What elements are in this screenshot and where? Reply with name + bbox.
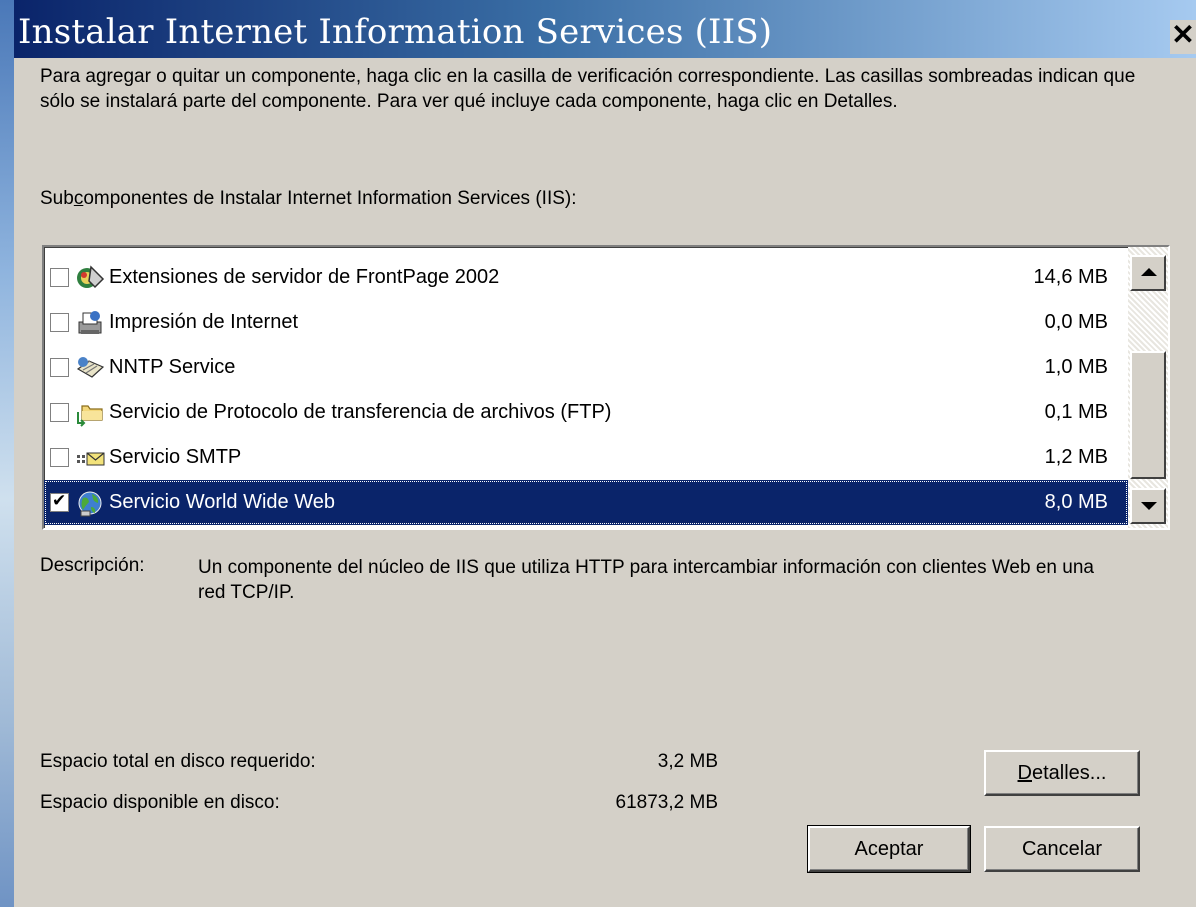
iis-install-dialog: Instalar Internet Information Services (… <box>14 0 1196 907</box>
details-button[interactable]: Detalles... <box>984 750 1140 796</box>
description-text: Un componente del núcleo de IIS que util… <box>198 557 1094 603</box>
scroll-down-button[interactable] <box>1130 488 1166 524</box>
component-row-nntp[interactable]: NNTP Service 1,0 MB <box>44 345 1128 390</box>
component-size: 8,0 MB <box>1044 491 1108 513</box>
subcomponents-label: Subcomponentes de Instalar Internet Info… <box>40 188 577 210</box>
arrow-down-icon <box>1141 502 1157 510</box>
component-checkbox[interactable] <box>50 448 69 467</box>
required-space-label: Espacio total en disco requerido: <box>40 751 316 772</box>
component-size: 0,0 MB <box>1044 311 1108 333</box>
component-label: Servicio World Wide Web <box>109 491 335 513</box>
nntp-news-icon <box>76 356 105 378</box>
required-space-value: 3,2 MB <box>657 751 718 772</box>
ftp-folder-icon <box>77 404 103 427</box>
component-size: 1,2 MB <box>1044 446 1108 468</box>
window-title: Instalar Internet Information Services (… <box>18 12 773 52</box>
close-icon: ✕ <box>1171 19 1195 50</box>
component-label: NNTP Service <box>109 356 236 378</box>
component-checkbox[interactable] <box>50 313 69 332</box>
component-size: 1,0 MB <box>1044 356 1108 378</box>
description-label: Descripción: <box>40 555 145 576</box>
scroll-thumb[interactable] <box>1130 351 1166 479</box>
component-checkbox[interactable] <box>50 268 69 287</box>
components-listbox[interactable]: Extensiones de servidor de FrontPage 200… <box>42 245 1170 530</box>
component-row-www[interactable]: Servicio World Wide Web 8,0 MB <box>44 480 1128 525</box>
component-label: Extensiones de servidor de FrontPage 200… <box>109 266 500 288</box>
component-row-smtp[interactable]: Servicio SMTP 1,2 MB <box>44 435 1128 480</box>
component-checkbox[interactable] <box>50 403 69 422</box>
available-space-value: 61873,2 MB <box>615 792 718 813</box>
component-size: 0,1 MB <box>1044 401 1108 423</box>
component-label: Servicio de Protocolo de transferencia d… <box>109 401 612 423</box>
scroll-up-button[interactable] <box>1130 255 1166 291</box>
component-checkbox[interactable] <box>50 491 69 512</box>
desktop-background <box>0 0 14 907</box>
available-space-label: Espacio disponible en disco: <box>40 792 280 813</box>
frontpage-extensions-icon <box>77 264 105 288</box>
cancel-button[interactable]: Cancelar <box>984 826 1140 872</box>
details-accelerator: D <box>1017 761 1032 784</box>
smtp-mail-icon <box>77 452 105 465</box>
arrow-up-icon <box>1141 268 1157 276</box>
subcomponents-label-part: omponentes de Instalar Internet Informat… <box>83 188 577 209</box>
vertical-scrollbar[interactable] <box>1128 247 1168 528</box>
component-size: 14,6 MB <box>1033 266 1108 288</box>
subcomponents-label-accelerator: c <box>73 188 84 209</box>
component-label: Impresión de Internet <box>109 311 298 333</box>
component-rows: Extensiones de servidor de FrontPage 200… <box>44 255 1128 525</box>
intro-text: Para agregar o quitar un componente, hag… <box>40 66 1136 112</box>
internet-printer-icon <box>78 310 102 334</box>
subcomponents-label-part: Sub <box>40 188 74 209</box>
component-label: Servicio SMTP <box>109 446 242 468</box>
close-button[interactable]: ✕ <box>1170 20 1196 54</box>
component-row-ftp[interactable]: Servicio de Protocolo de transferencia d… <box>44 390 1128 435</box>
world-wide-web-icon <box>78 491 102 516</box>
ok-button[interactable]: Aceptar <box>807 825 971 873</box>
details-label: etalles... <box>1031 761 1107 784</box>
component-row-frontpage[interactable]: Extensiones de servidor de FrontPage 200… <box>44 255 1128 300</box>
component-row-internet-printing[interactable]: Impresión de Internet 0,0 MB <box>44 300 1128 345</box>
title-bar[interactable]: Instalar Internet Information Services (… <box>14 0 1196 58</box>
component-checkbox[interactable] <box>50 358 69 377</box>
